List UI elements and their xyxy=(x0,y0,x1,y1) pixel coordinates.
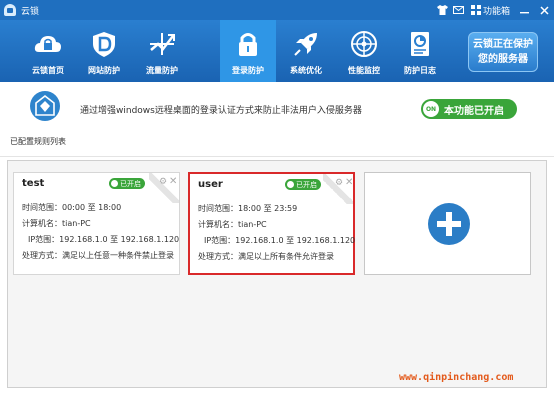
promo-line-2: 您的服务器 xyxy=(478,54,528,65)
log-icon xyxy=(411,32,429,56)
rule-card[interactable]: test 已开启 ⚙ ✕ 时间范围：00:00 至 18:00 计算机名：tia… xyxy=(13,172,180,275)
rules-panel: test 已开启 ⚙ ✕ 时间范围：00:00 至 18:00 计算机名：tia… xyxy=(7,160,547,388)
rocket-icon xyxy=(294,33,317,56)
feature-description: 通过增强windows远程桌面的登录认证方式来防止非法用户入侵服务器 xyxy=(80,106,362,116)
nav-website-protection[interactable]: 网站防护 xyxy=(76,20,132,82)
status-badge[interactable]: 已开启 xyxy=(109,178,145,189)
nav-label: 登录防护 xyxy=(232,66,264,75)
traffic-icon xyxy=(150,33,175,55)
rule-ip-range: IP范围：192.168.1.0 至 192.168.1.120 xyxy=(204,236,356,245)
grid-menu-icon xyxy=(470,5,481,15)
watermark: www.qinpinchang.com xyxy=(399,372,514,383)
app-title: 云锁 xyxy=(21,6,40,17)
gear-icon[interactable]: ⚙ xyxy=(335,178,343,188)
nav-traffic-protection[interactable]: 流量防护 xyxy=(134,20,190,82)
feature-toggle[interactable]: ON 本功能已开启 xyxy=(421,99,517,119)
nav-label: 云锁首页 xyxy=(32,66,64,75)
badge-dot xyxy=(111,180,118,187)
close-icon[interactable] xyxy=(534,0,554,20)
status-text: 已开启 xyxy=(296,180,317,189)
add-rule-card[interactable] xyxy=(364,172,531,275)
nav-label: 流量防护 xyxy=(146,66,178,75)
cloud-lock-icon xyxy=(34,36,61,52)
main-toolbar: 云锁首页 网站防护 流量防护 登录防护 系统优化 性能监控 防护日志 云锁正在保… xyxy=(0,20,554,82)
function-box-button[interactable]: 功能箱 xyxy=(470,4,510,17)
badge-dot xyxy=(287,181,294,188)
mail-icon[interactable] xyxy=(451,0,467,20)
nav-cloud-home[interactable]: 云锁首页 xyxy=(20,20,76,82)
nav-protection-log[interactable]: 防护日志 xyxy=(392,20,448,82)
configured-rules-label: 已配置规则列表 xyxy=(10,137,66,146)
rule-time-range: 时间范围：18:00 至 23:59 xyxy=(198,204,298,213)
title-bar-controls: 功能箱 xyxy=(435,0,554,20)
title-bar: 云锁 功能箱 xyxy=(0,0,554,20)
status-badge[interactable]: 已开启 xyxy=(285,179,321,190)
nav-label: 性能监控 xyxy=(348,66,380,75)
rule-card[interactable]: user 已开启 ⚙ ✕ 时间范围：18:00 至 23:59 计算机名：tia… xyxy=(188,172,355,275)
website-shield-icon xyxy=(93,32,115,57)
toggle-label: 本功能已开启 xyxy=(444,105,504,117)
toggle-knob: ON xyxy=(423,101,439,117)
protection-status-banner[interactable]: 云锁正在保护 您的服务器 xyxy=(468,32,538,72)
close-icon[interactable]: ✕ xyxy=(345,177,353,188)
shirt-skin-icon[interactable] xyxy=(435,0,451,20)
rule-name: test xyxy=(22,178,45,189)
status-text: 已开启 xyxy=(120,179,141,188)
promo-line-1: 云锁正在保护 xyxy=(473,39,533,50)
minimize-icon[interactable] xyxy=(514,0,534,20)
nav-performance-monitor[interactable]: 性能监控 xyxy=(336,20,392,82)
nav-label: 防护日志 xyxy=(404,66,436,75)
rule-time-range: 时间范围：00:00 至 18:00 xyxy=(22,203,122,212)
nav-label: 网站防护 xyxy=(88,66,120,75)
nav-label: 系统优化 xyxy=(290,66,322,75)
rule-computer-name: 计算机名：tian-PC xyxy=(198,220,267,229)
rule-name: user xyxy=(198,179,223,190)
add-icon[interactable] xyxy=(428,203,470,245)
radar-icon xyxy=(351,31,377,57)
rule-computer-name: 计算机名：tian-PC xyxy=(22,219,91,228)
padlock-icon xyxy=(239,33,257,56)
function-box-label: 功能箱 xyxy=(482,6,510,17)
rule-ip-range: IP范围：192.168.1.0 至 192.168.1.120 xyxy=(28,235,180,244)
rules-list-icon[interactable] xyxy=(30,91,60,121)
nav-system-optimize[interactable]: 系统优化 xyxy=(278,20,334,82)
gear-icon[interactable]: ⚙ xyxy=(159,177,167,187)
feature-info-bar: 已配置规则列表 通过增强windows远程桌面的登录认证方式来防止非法用户入侵服… xyxy=(0,82,554,157)
rule-action: 处理方式：满足以上任意一种条件禁止登录 xyxy=(22,251,174,260)
close-icon[interactable]: ✕ xyxy=(169,176,177,187)
nav-login-protection[interactable]: 登录防护 xyxy=(220,20,276,82)
app-logo-icon xyxy=(4,4,16,16)
rule-action: 处理方式：满足以上所有条件允许登录 xyxy=(198,252,334,261)
